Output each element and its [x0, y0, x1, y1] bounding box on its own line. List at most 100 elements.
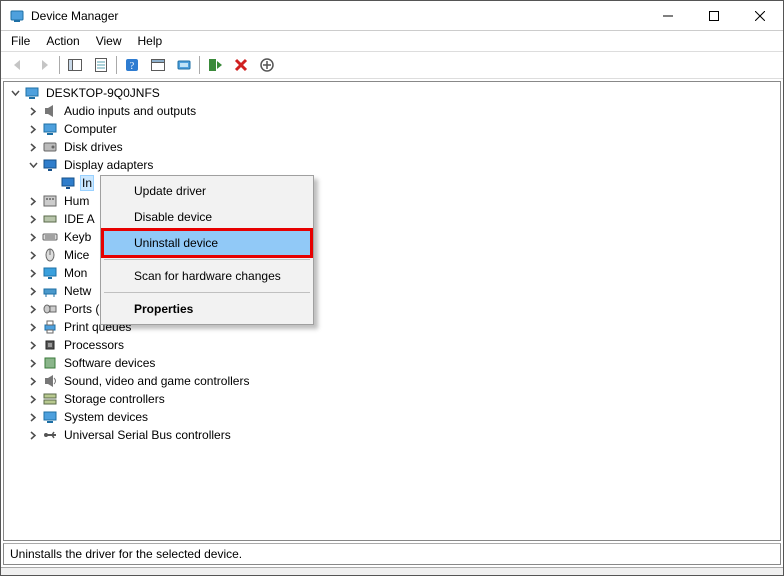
- chevron-right-icon[interactable]: [26, 374, 40, 388]
- window-title: Device Manager: [31, 9, 118, 23]
- tree-item-label: Sound, video and game controllers: [62, 374, 251, 388]
- menu-action[interactable]: Action: [38, 33, 87, 49]
- tree-item-label: Mon: [62, 266, 89, 280]
- resize-grip-bar: [1, 567, 783, 575]
- tree-item-label: Audio inputs and outputs: [62, 104, 198, 118]
- hid-icon: [42, 193, 58, 209]
- storage-icon: [42, 391, 58, 407]
- chevron-right-icon[interactable]: [26, 140, 40, 154]
- tree-item[interactable]: System devices: [26, 408, 780, 426]
- usb-icon: [42, 427, 58, 443]
- chevron-down-icon[interactable]: [26, 158, 40, 172]
- help-button[interactable]: ?: [120, 53, 144, 77]
- action-center-button[interactable]: [146, 53, 170, 77]
- ctx-update-driver[interactable]: Update driver: [103, 178, 311, 204]
- tree-item-label: System devices: [62, 410, 150, 424]
- update-driver-button[interactable]: [172, 53, 196, 77]
- tree-item[interactable]: Processors: [26, 336, 780, 354]
- tree-item-label: Software devices: [62, 356, 157, 370]
- svg-text:?: ?: [130, 61, 135, 72]
- software-icon: [42, 355, 58, 371]
- chevron-right-icon[interactable]: [26, 320, 40, 334]
- tree-item-label: IDE A: [62, 212, 97, 226]
- menubar: File Action View Help: [1, 31, 783, 51]
- chevron-right-icon[interactable]: [26, 338, 40, 352]
- statusbar-text: Uninstalls the driver for the selected d…: [10, 547, 242, 561]
- add-legacy-button[interactable]: [255, 53, 279, 77]
- menu-help[interactable]: Help: [130, 33, 171, 49]
- chevron-right-icon[interactable]: [26, 212, 40, 226]
- tree-item-label: Display adapters: [62, 158, 155, 172]
- chevron-right-icon[interactable]: [26, 122, 40, 136]
- ide-icon: [42, 211, 58, 227]
- chevron-right-icon[interactable]: [26, 104, 40, 118]
- ctx-separator: [104, 292, 310, 293]
- tree-item-label: Netw: [62, 284, 93, 298]
- tree-item[interactable]: Audio inputs and outputs: [26, 102, 780, 120]
- close-button[interactable]: [737, 1, 783, 31]
- tree-item[interactable]: Universal Serial Bus controllers: [26, 426, 780, 444]
- chevron-right-icon[interactable]: [26, 356, 40, 370]
- maximize-button[interactable]: [691, 1, 737, 31]
- chevron-right-icon[interactable]: [26, 266, 40, 280]
- mouse-icon: [42, 247, 58, 263]
- system-icon: [42, 409, 58, 425]
- sound-icon: [42, 373, 58, 389]
- chevron-right-icon[interactable]: [26, 248, 40, 262]
- tree-item[interactable]: Disk drives: [26, 138, 780, 156]
- tree-item[interactable]: Storage controllers: [26, 390, 780, 408]
- tree-item-label: In: [80, 175, 94, 191]
- uninstall-device-button[interactable]: [229, 53, 253, 77]
- computer-icon: [24, 85, 40, 101]
- statusbar: Uninstalls the driver for the selected d…: [3, 543, 781, 565]
- chevron-right-icon[interactable]: [26, 302, 40, 316]
- display-icon: [42, 157, 58, 173]
- ctx-separator: [104, 259, 310, 260]
- app-icon: [9, 8, 25, 24]
- printer-icon: [42, 319, 58, 335]
- back-button[interactable]: [6, 53, 30, 77]
- ctx-properties[interactable]: Properties: [103, 296, 311, 322]
- chevron-right-icon[interactable]: [26, 392, 40, 406]
- chevron-right-icon[interactable]: [26, 428, 40, 442]
- scan-hardware-button[interactable]: [203, 53, 227, 77]
- tree-item[interactable]: Sound, video and game controllers: [26, 372, 780, 390]
- context-menu: Update driver Disable device Uninstall d…: [100, 175, 314, 325]
- chevron-down-icon[interactable]: [8, 86, 22, 100]
- menu-file[interactable]: File: [3, 33, 38, 49]
- tree-item[interactable]: Software devices: [26, 354, 780, 372]
- network-icon: [42, 283, 58, 299]
- tree-item-label: Processors: [62, 338, 126, 352]
- chevron-right-icon[interactable]: [26, 284, 40, 298]
- titlebar: Device Manager: [1, 1, 783, 31]
- tree-root[interactable]: DESKTOP-9Q0JNFS: [8, 84, 780, 102]
- tree-item[interactable]: Computer: [26, 120, 780, 138]
- tree-item-label: Keyb: [62, 230, 93, 244]
- forward-button[interactable]: [32, 53, 56, 77]
- audio-icon: [42, 103, 58, 119]
- device-tree[interactable]: DESKTOP-9Q0JNFS Audio inputs and outputs…: [3, 81, 781, 541]
- minimize-button[interactable]: [645, 1, 691, 31]
- disk-icon: [42, 139, 58, 155]
- properties-button[interactable]: [89, 53, 113, 77]
- cpu-icon: [42, 337, 58, 353]
- tree-item-label: Computer: [62, 122, 119, 136]
- toolbar: ?: [1, 51, 783, 79]
- keyboard-icon: [42, 229, 58, 245]
- tree-item[interactable]: Display adapters: [26, 156, 780, 174]
- computer-icon: [42, 121, 58, 137]
- chevron-right-icon[interactable]: [26, 194, 40, 208]
- chevron-right-icon[interactable]: [26, 410, 40, 424]
- menu-view[interactable]: View: [88, 33, 130, 49]
- tree-item-label: Storage controllers: [62, 392, 167, 406]
- tree-root-label: DESKTOP-9Q0JNFS: [44, 86, 162, 100]
- tree-item-label: Mice: [62, 248, 91, 262]
- show-hide-tree-button[interactable]: [63, 53, 87, 77]
- chevron-right-icon[interactable]: [26, 230, 40, 244]
- ctx-scan-hardware[interactable]: Scan for hardware changes: [103, 263, 311, 289]
- ctx-uninstall-device[interactable]: Uninstall device: [103, 230, 311, 256]
- display-icon: [60, 175, 76, 191]
- monitor-icon: [42, 265, 58, 281]
- ctx-disable-device[interactable]: Disable device: [103, 204, 311, 230]
- port-icon: [42, 301, 58, 317]
